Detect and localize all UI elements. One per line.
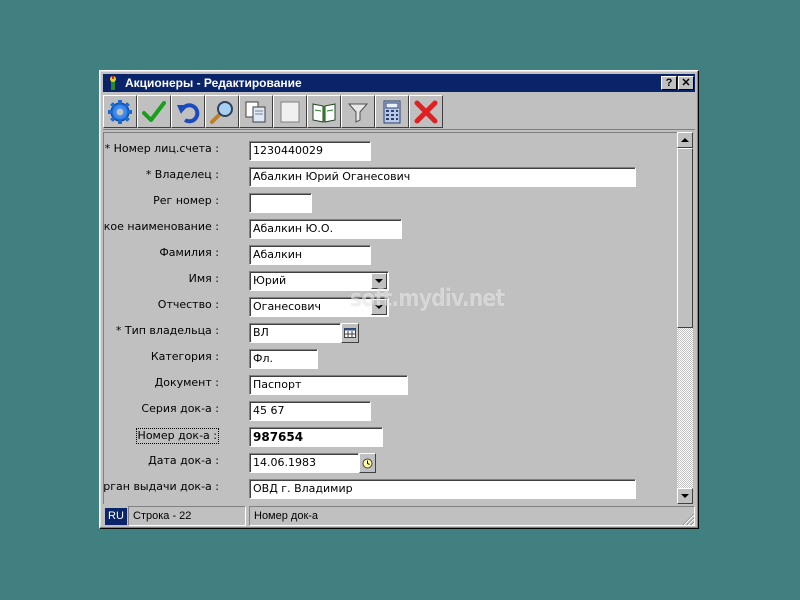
short-name-label: Краткое наименование : [103, 220, 219, 233]
save-button[interactable] [137, 95, 171, 128]
first-name-value: Юрий [253, 274, 287, 287]
calculator-icon [383, 100, 401, 123]
window-title: Акционеры - Редактирование [125, 76, 302, 90]
doc-number-field[interactable]: 987654 [249, 427, 383, 447]
blank-button[interactable] [273, 95, 307, 128]
settings-button[interactable] [103, 95, 137, 128]
scroll-thumb[interactable] [677, 148, 693, 328]
category-label: Категория : [150, 350, 219, 363]
search-button[interactable] [205, 95, 239, 128]
chevron-down-icon [375, 278, 383, 283]
surname-field[interactable]: Абалкин [249, 245, 371, 265]
editor-window: Акционеры - Редактирование ? ✕ * Номер л… [99, 70, 699, 529]
document-label: Документ : [154, 376, 219, 389]
category-field[interactable]: Фл. [249, 349, 318, 369]
doc-number-label: Номер док-а : [135, 428, 219, 444]
red-x-icon [414, 100, 438, 123]
toolbar [103, 94, 695, 130]
gear-icon [108, 99, 132, 124]
owner-label: * Владелец : [145, 168, 219, 181]
issuer-field[interactable]: ОВД г. Владимир [249, 479, 636, 499]
close-window-button[interactable]: ✕ [678, 76, 694, 90]
title-bar[interactable]: Акционеры - Редактирование ? ✕ [103, 74, 695, 92]
owner-field[interactable]: Абалкин Юрий Оганесович [249, 167, 636, 187]
doc-date-label: Дата док-а : [148, 454, 219, 467]
account-label: * Номер лиц.счета : [104, 142, 219, 155]
account-field[interactable]: 1230440029 [249, 141, 371, 161]
resize-grip-icon[interactable] [681, 512, 695, 526]
status-field-panel: Номер док-а [249, 506, 695, 526]
status-row-panel: Строка - 22 [128, 506, 246, 526]
doc-series-label: Серия док-а : [141, 402, 219, 415]
doc-date-field[interactable]: 14.06.1983 [249, 453, 359, 473]
checkmark-icon [142, 100, 166, 122]
reg-number-field[interactable] [249, 193, 312, 213]
short-name-field[interactable]: Абалкин Ю.О. [249, 219, 402, 239]
patronymic-value: Оганесович [253, 300, 322, 313]
blank-icon [280, 101, 300, 122]
grid-lookup-icon [344, 328, 356, 338]
owner-type-label: * Тип владельца : [115, 324, 219, 337]
chevron-down-icon [375, 304, 383, 309]
clock-icon [362, 458, 373, 468]
patronymic-dropdown-button[interactable] [371, 299, 387, 315]
first-name-select[interactable]: Юрий [249, 271, 389, 291]
book-icon [312, 102, 336, 123]
patronymic-label: Отчество : [157, 298, 219, 311]
first-name-dropdown-button[interactable] [371, 273, 387, 289]
copy-button[interactable] [239, 95, 273, 128]
filter-button[interactable] [341, 95, 375, 128]
chevron-down-icon [681, 493, 689, 498]
vertical-scrollbar[interactable] [677, 132, 693, 504]
doc-date-picker-button[interactable] [359, 453, 376, 473]
funnel-icon [347, 103, 369, 123]
chevron-up-icon [681, 137, 689, 142]
surname-label: Фамилия : [159, 246, 219, 259]
calculator-button[interactable] [375, 95, 409, 128]
help-button[interactable]: ? [661, 76, 677, 90]
status-bar: RU Строка - 22 Номер док-а [103, 506, 695, 526]
scroll-down-button[interactable] [677, 488, 693, 504]
first-name-label: Имя : [188, 272, 219, 285]
patronymic-select[interactable]: Оганесович [249, 297, 389, 317]
undo-button[interactable] [171, 95, 205, 128]
edit-form: * Номер лиц.счета : 1230440029 * Владеле… [103, 132, 677, 504]
app-icon [110, 76, 116, 90]
undo-arrow-icon [177, 102, 200, 123]
doc-series-field[interactable]: 45 67 [249, 401, 371, 421]
book-button[interactable] [307, 95, 341, 128]
issuer-label: Орган выдачи док-а : [103, 480, 219, 493]
copy-icon [245, 101, 266, 122]
language-indicator: RU [105, 508, 127, 525]
reg-number-label: Рег номер : [153, 194, 219, 207]
magnifier-icon [210, 100, 233, 124]
owner-type-field[interactable]: ВЛ [249, 323, 341, 343]
scroll-up-button[interactable] [677, 132, 693, 148]
document-field[interactable]: Паспорт [249, 375, 408, 395]
close-form-button[interactable] [409, 95, 443, 128]
owner-type-lookup-button[interactable] [341, 323, 359, 343]
